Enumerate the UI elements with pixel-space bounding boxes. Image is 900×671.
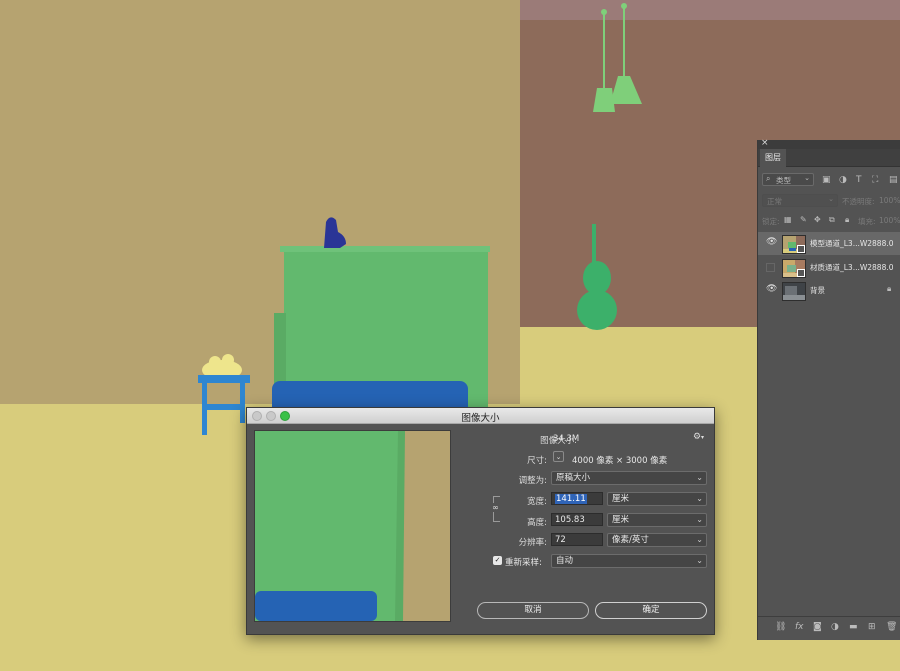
fit-to-select[interactable]: 原稿大小 ⌄ (551, 471, 707, 485)
dimensions-value: 4000 像素 × 3000 像素 (572, 456, 668, 466)
width-value: 141.11 (555, 494, 587, 504)
ceiling-strip (520, 0, 900, 20)
layer-thumbnail (782, 235, 806, 254)
filter-kind-label: 类型 (776, 176, 791, 185)
layer-name: 材质通道_L3...W2888.0 (810, 263, 894, 272)
visibility-toggle-empty[interactable] (766, 263, 775, 272)
dimensions-unit-chevron-icon[interactable]: ⌄ (553, 451, 564, 462)
opacity-label: 不透明度: (842, 197, 875, 206)
lock-image-icon[interactable]: ✎ (800, 215, 807, 224)
lock-artboard-icon[interactable]: ⧉ (829, 215, 835, 225)
layer-row[interactable]: 材质通道_L3...W2888.0 (758, 256, 900, 279)
resolution-unit-select[interactable]: 像素/英寸 ⌄ (607, 533, 707, 547)
layer-name: 背景 (810, 286, 825, 295)
lock-position-icon[interactable]: ✥ (814, 215, 821, 224)
resolution-unit: 像素/英寸 (612, 535, 649, 545)
pixel-filter-icon[interactable]: ▣ (822, 175, 831, 185)
filter-kind-select[interactable]: ⌕ 类型 ⌄ (762, 173, 814, 186)
eye-icon[interactable]: 👁︎ (766, 284, 777, 294)
height-value: 105.83 (555, 515, 585, 525)
dimensions-label: 尺寸: (527, 456, 547, 466)
type-filter-icon[interactable]: T (856, 175, 862, 185)
lock-icon: 🔒︎ (887, 284, 892, 293)
lock-all-icon[interactable]: 🔒︎ (845, 215, 849, 225)
chevron-down-icon: ⌄ (696, 494, 703, 503)
image-size-dialog: 图像大小 图像大小: 34.3M ⚙ ▾ 尺寸: ⌄ 4000 像素 × 300… (246, 407, 715, 635)
resample-label: 重新采样: (505, 558, 542, 568)
mask-icon[interactable]: ◙ (813, 622, 822, 632)
blend-mode-value: 正常 (767, 197, 782, 206)
resample-value: 自动 (556, 556, 574, 566)
image-preview[interactable] (254, 430, 451, 622)
cancel-button[interactable]: 取消 (477, 602, 589, 619)
fit-to-value: 原稿大小 (556, 473, 591, 483)
new-layer-icon[interactable]: ⊞ (868, 622, 876, 632)
trash-icon[interactable]: 🗑︎ (886, 622, 897, 632)
layers-panel: × 图层 ⌕ 类型 ⌄ ▣ ◑ T ⛶ ▤ 正常 ⌄ 不透明度: 100% 锁定… (757, 138, 900, 641)
blend-mode-select[interactable]: 正常 ⌄ (762, 194, 838, 207)
dialog-title: 图像大小 (461, 413, 500, 424)
dialog-titlebar: 图像大小 (247, 408, 714, 424)
fill-value[interactable]: 100% (879, 216, 900, 225)
shape-filter-icon[interactable]: ⛶ (872, 175, 878, 185)
opacity-value[interactable]: 100% (879, 196, 900, 205)
layer-name: 模型通道_L3...W2888.0 (810, 239, 894, 248)
chevron-down-icon: ⌄ (696, 473, 703, 482)
layer-row[interactable]: 👁︎ 背景 🔒︎ (758, 279, 900, 302)
width-unit-select[interactable]: 厘米 ⌄ (607, 492, 707, 506)
layer-thumbnail (782, 282, 806, 301)
chevron-down-icon: ⌄ (696, 556, 703, 565)
smart-object-filter-icon[interactable]: ▤ (889, 175, 898, 185)
width-unit: 厘米 (612, 494, 630, 504)
layer-row[interactable]: 👁︎ 模型通道_L3...W2888.0 (758, 232, 900, 255)
lock-transparent-icon[interactable]: ▦ (784, 215, 792, 224)
resolution-value: 72 (555, 535, 566, 545)
chevron-down-icon: ⌄ (804, 174, 810, 182)
width-label: 宽度: (527, 497, 547, 507)
adjustment-filter-icon[interactable]: ◑ (839, 175, 847, 185)
height-unit-select[interactable]: 厘米 ⌄ (607, 513, 707, 527)
ok-button[interactable]: 确定 (595, 602, 707, 619)
resample-checkbox[interactable]: ✓ (493, 556, 502, 565)
gear-icon[interactable]: ⚙ (693, 432, 701, 442)
resolution-input[interactable]: 72 (551, 533, 603, 546)
lock-label: 锁定: (762, 217, 780, 226)
gear-menu-chevron-icon: ▾ (701, 434, 705, 441)
fill-label: 填充: (858, 217, 876, 226)
width-input[interactable]: 141.11 (551, 492, 603, 505)
search-icon: ⌕ (766, 174, 771, 183)
image-size-value: 34.3M (553, 434, 580, 444)
layer-thumbnail (782, 259, 806, 278)
eye-icon[interactable]: 👁︎ (766, 237, 777, 247)
link-icon[interactable]: ⛓ (775, 622, 786, 632)
height-label: 高度: (527, 518, 547, 528)
panel-header-strip: × (758, 138, 900, 149)
close-icon[interactable]: × (761, 138, 769, 148)
resolution-label: 分辨率: (518, 538, 547, 548)
resample-select[interactable]: 自动 ⌄ (551, 554, 707, 568)
chevron-down-icon: ⌄ (696, 515, 703, 524)
height-input[interactable]: 105.83 (551, 513, 603, 526)
height-unit: 厘米 (612, 515, 630, 525)
fit-to-label: 调整为: (518, 476, 547, 486)
adjustment-icon[interactable]: ◑ (831, 622, 839, 632)
chevron-down-icon: ⌄ (828, 195, 834, 203)
folder-icon[interactable]: ▬ (849, 622, 858, 632)
panel-footer: ⛓ fx ◙ ◑ ▬ ⊞ 🗑︎ (758, 616, 900, 641)
fx-icon[interactable]: fx (795, 622, 804, 632)
tab-layers[interactable]: 图层 (760, 149, 786, 167)
chevron-down-icon: ⌄ (696, 535, 703, 544)
